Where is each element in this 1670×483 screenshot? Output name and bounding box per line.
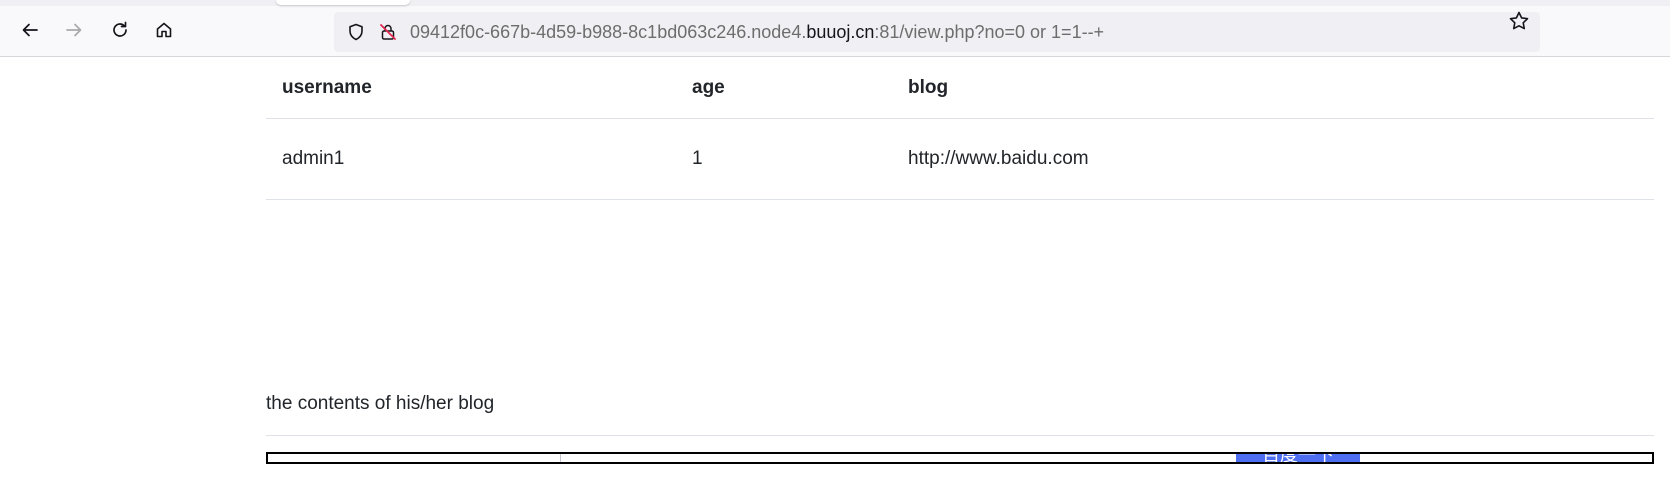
embedded-search-button[interactable]: 百度一下 [1236,454,1360,462]
url-prefix: 09412f0c-667b-4d59-b988-8c1bd063c246.nod… [410,22,807,42]
home-icon [156,22,172,38]
embedded-search-input[interactable] [268,454,561,462]
reload-icon [113,21,127,37]
shield-icon[interactable] [346,22,366,42]
column-header-username: username [266,57,676,119]
back-button[interactable] [14,14,46,46]
insecure-lock-icon[interactable] [378,22,398,42]
user-table: username age blog admin1 1 http://www.ba… [266,57,1654,200]
reload-button[interactable] [104,14,136,46]
table-header-row: username age blog [266,57,1654,119]
cell-username: admin1 [266,118,676,200]
blog-iframe[interactable]: 百度一下 [266,452,1654,464]
url-text[interactable]: 09412f0c-667b-4d59-b988-8c1bd063c246.nod… [410,12,1104,52]
forward-arrow-icon [66,23,82,37]
url-suffix: :81/view.php?no=0 or 1=1--+ [874,22,1105,42]
address-bar[interactable]: 09412f0c-667b-4d59-b988-8c1bd063c246.nod… [334,12,1540,52]
browser-toolbar: 09412f0c-667b-4d59-b988-8c1bd063c246.nod… [0,0,1670,57]
active-tab[interactable] [276,0,410,5]
home-button[interactable] [148,14,180,46]
url-domain: buuoj.cn [806,22,875,42]
tab-strip [0,0,1670,6]
blog-contents-caption: the contents of his/her blog [266,373,1654,436]
star-icon[interactable] [1508,10,1530,32]
cell-age: 1 [676,118,892,200]
forward-button[interactable] [58,14,90,46]
table-row: admin1 1 http://www.baidu.com [266,118,1654,200]
back-arrow-icon [22,23,38,37]
column-header-blog: blog [892,57,1654,119]
cell-blog: http://www.baidu.com [892,118,1654,200]
column-header-age: age [676,57,892,119]
